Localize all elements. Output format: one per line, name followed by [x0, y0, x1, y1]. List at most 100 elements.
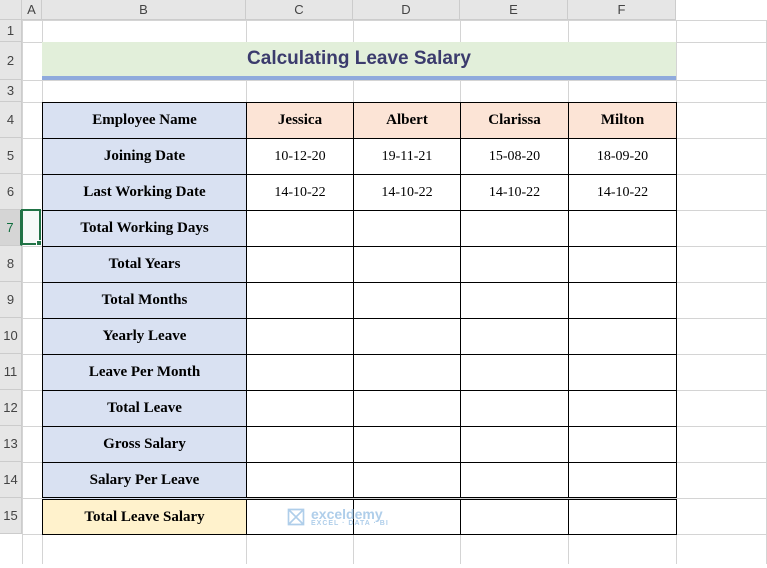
cell[interactable] — [569, 247, 677, 283]
cell-join-1[interactable]: 19-11-21 — [354, 139, 461, 175]
emp-milton[interactable]: Milton — [569, 103, 677, 139]
watermark: exceldemy EXCEL · DATA · BI — [286, 506, 389, 527]
cell[interactable] — [569, 499, 677, 535]
cell[interactable] — [461, 319, 569, 355]
label-total-days[interactable]: Total Working Days — [43, 211, 247, 247]
row-gross-salary: Gross Salary — [43, 427, 677, 463]
cell[interactable] — [354, 211, 461, 247]
row-headers: 123456789101112131415 — [0, 20, 22, 534]
cell[interactable] — [247, 211, 354, 247]
col-header-B[interactable]: B — [42, 0, 246, 20]
label-salary-per-leave[interactable]: Salary Per Leave — [43, 463, 247, 499]
label-leave-per-month[interactable]: Leave Per Month — [43, 355, 247, 391]
cell-selection — [21, 209, 41, 245]
row-header-3[interactable]: 3 — [0, 80, 22, 102]
label-gross-salary[interactable]: Gross Salary — [43, 427, 247, 463]
cell[interactable] — [247, 319, 354, 355]
row-header-6[interactable]: 6 — [0, 174, 22, 210]
label-employee-name[interactable]: Employee Name — [43, 103, 247, 139]
row-header-2[interactable]: 2 — [0, 42, 22, 80]
row-total-years: Total Years — [43, 247, 677, 283]
row-yearly-leave: Yearly Leave — [43, 319, 677, 355]
label-total-months[interactable]: Total Months — [43, 283, 247, 319]
row-header-7[interactable]: 7 — [0, 210, 22, 246]
cell[interactable] — [461, 247, 569, 283]
cell[interactable] — [247, 355, 354, 391]
row-header-9[interactable]: 9 — [0, 282, 22, 318]
cell[interactable] — [247, 283, 354, 319]
emp-clarissa[interactable]: Clarissa — [461, 103, 569, 139]
cell[interactable] — [461, 355, 569, 391]
cell[interactable] — [354, 463, 461, 499]
cell[interactable] — [247, 427, 354, 463]
row-total-months: Total Months — [43, 283, 677, 319]
watermark-tag: EXCEL · DATA · BI — [311, 520, 389, 527]
row-salary-per-leave: Salary Per Leave — [43, 463, 677, 499]
header-row: Employee Name Jessica Albert Clarissa Mi… — [43, 103, 677, 139]
row-header-14[interactable]: 14 — [0, 462, 22, 498]
label-total-leave[interactable]: Total Leave — [43, 391, 247, 427]
cell[interactable] — [354, 391, 461, 427]
row-total-leave: Total Leave — [43, 391, 677, 427]
row-header-11[interactable]: 11 — [0, 354, 22, 390]
emp-albert[interactable]: Albert — [354, 103, 461, 139]
label-joining-date[interactable]: Joining Date — [43, 139, 247, 175]
column-headers: ABCDEF — [22, 0, 676, 20]
cell[interactable] — [569, 355, 677, 391]
label-total-years[interactable]: Total Years — [43, 247, 247, 283]
cell-join-2[interactable]: 15-08-20 — [461, 139, 569, 175]
cell[interactable] — [461, 283, 569, 319]
label-yearly-leave[interactable]: Yearly Leave — [43, 319, 247, 355]
cell[interactable] — [247, 391, 354, 427]
cell-last-1[interactable]: 14-10-22 — [354, 175, 461, 211]
col-header-D[interactable]: D — [353, 0, 460, 20]
cell[interactable] — [569, 391, 677, 427]
cell[interactable] — [461, 427, 569, 463]
cell[interactable] — [569, 319, 677, 355]
cell[interactable] — [569, 211, 677, 247]
cell-last-0[interactable]: 14-10-22 — [247, 175, 354, 211]
select-all-corner[interactable] — [0, 0, 22, 20]
cell[interactable] — [461, 499, 569, 535]
col-header-A[interactable]: A — [22, 0, 42, 20]
row-header-8[interactable]: 8 — [0, 246, 22, 282]
cell-last-2[interactable]: 14-10-22 — [461, 175, 569, 211]
label-total-leave-salary[interactable]: Total Leave Salary — [43, 499, 247, 535]
row-header-10[interactable]: 10 — [0, 318, 22, 354]
sheet-title: Calculating Leave Salary — [42, 42, 676, 80]
row-total-days: Total Working Days — [43, 211, 677, 247]
title-text: Calculating Leave Salary — [247, 48, 471, 70]
cell[interactable] — [354, 319, 461, 355]
cell[interactable] — [461, 391, 569, 427]
cell[interactable] — [569, 427, 677, 463]
row-last-working: Last Working Date 14-10-22 14-10-22 14-1… — [43, 175, 677, 211]
cell[interactable] — [461, 211, 569, 247]
watermark-icon — [286, 507, 306, 527]
row-header-4[interactable]: 4 — [0, 102, 22, 138]
row-header-13[interactable]: 13 — [0, 426, 22, 462]
grid-area[interactable]: Calculating Leave Salary Employee Name J… — [22, 20, 766, 564]
cell[interactable] — [354, 247, 461, 283]
cell[interactable] — [247, 463, 354, 499]
cell[interactable] — [569, 283, 677, 319]
col-header-E[interactable]: E — [460, 0, 568, 20]
col-header-F[interactable]: F — [568, 0, 676, 20]
emp-jessica[interactable]: Jessica — [247, 103, 354, 139]
row-header-1[interactable]: 1 — [0, 20, 22, 42]
cell[interactable] — [569, 463, 677, 499]
spreadsheet-sheet: ABCDEF 123456789101112131415 Calculating… — [0, 0, 767, 568]
cell[interactable] — [354, 427, 461, 463]
cell-join-0[interactable]: 10-12-20 — [247, 139, 354, 175]
cell[interactable] — [461, 463, 569, 499]
cell[interactable] — [354, 355, 461, 391]
row-header-15[interactable]: 15 — [0, 498, 22, 534]
cell-last-3[interactable]: 14-10-22 — [569, 175, 677, 211]
label-last-working[interactable]: Last Working Date — [43, 175, 247, 211]
data-table: Employee Name Jessica Albert Clarissa Mi… — [42, 102, 677, 535]
cell[interactable] — [247, 247, 354, 283]
col-header-C[interactable]: C — [246, 0, 353, 20]
row-header-5[interactable]: 5 — [0, 138, 22, 174]
cell[interactable] — [354, 283, 461, 319]
cell-join-3[interactable]: 18-09-20 — [569, 139, 677, 175]
row-header-12[interactable]: 12 — [0, 390, 22, 426]
